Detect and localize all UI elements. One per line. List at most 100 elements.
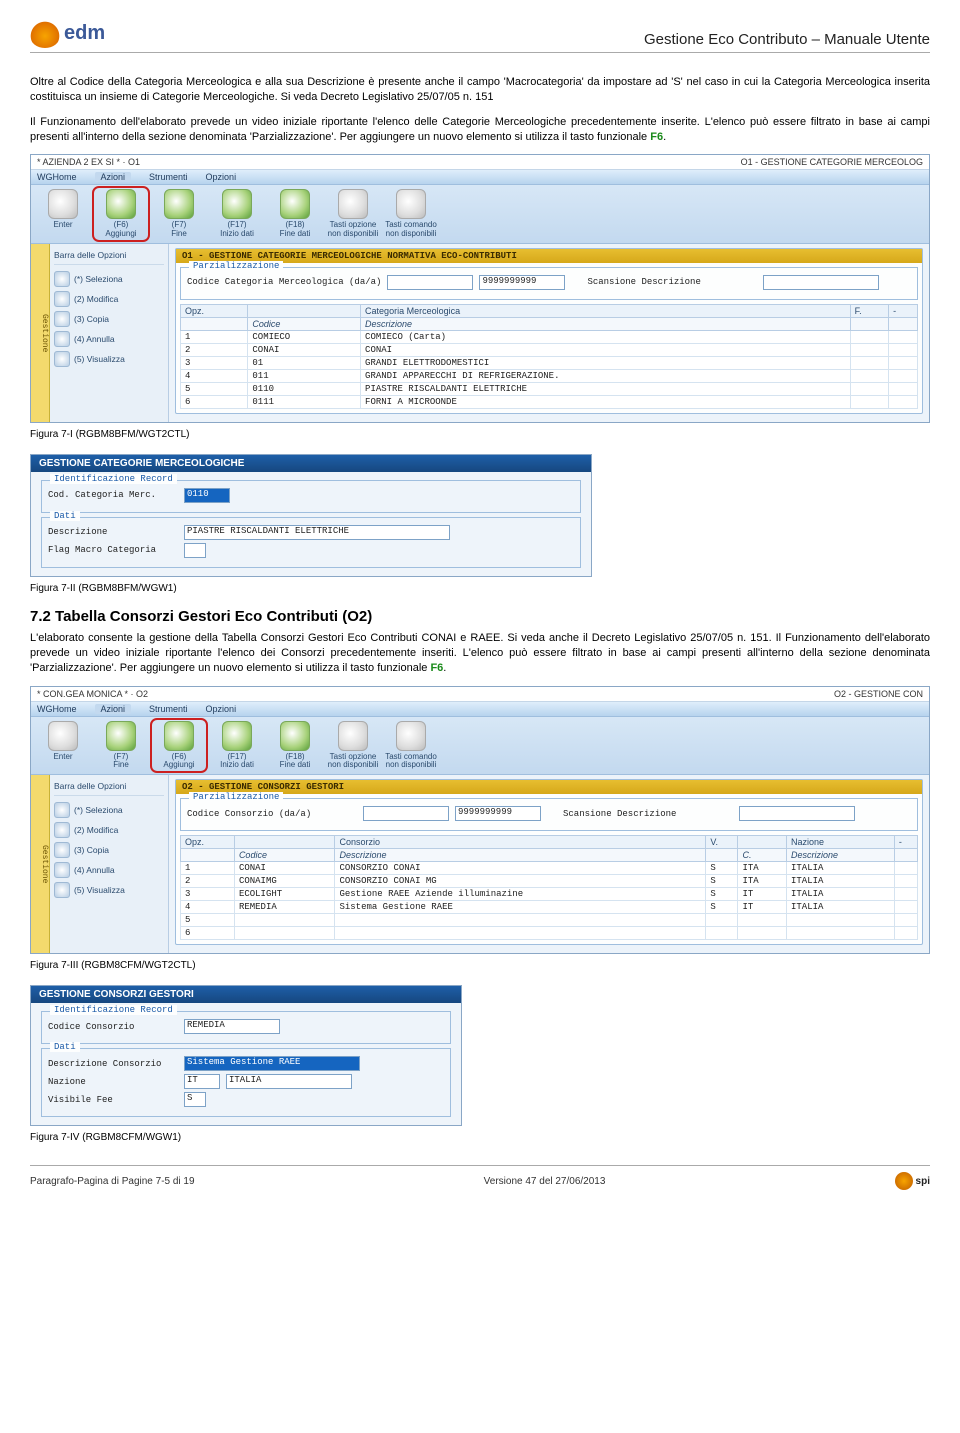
filter-label: Codice Consorzio (da/a) [187,809,357,819]
sidebar-option[interactable]: (2) Modifica [54,289,164,309]
sidebar-option[interactable]: (*) Seleziona [54,269,164,289]
ribbon-button[interactable]: (F6)Aggiungi [153,721,205,771]
grid-cell [850,343,889,356]
grid-cell: COMIECO [248,330,361,343]
grid-cell: IT [738,888,787,901]
id-input[interactable]: 0110 [184,488,230,503]
screenshot-o2-detail: GESTIONE CONSORZI GESTORI Identificazion… [30,985,462,1126]
menu-item[interactable]: Opzioni [206,704,237,714]
grid-row[interactable]: 1CONAICONSORZIO CONAISITAITALIA [181,862,918,875]
grid-cell: 0111 [248,395,361,408]
grid-subheader: Codice [248,317,361,330]
menu-item[interactable]: Azioni [95,172,132,182]
ribbon-button[interactable]: (F6)Aggiungi [95,189,147,239]
menu-item[interactable]: Opzioni [206,172,237,182]
grid-header: Opz. [181,304,248,317]
filter-to-input[interactable]: 9999999999 [455,806,541,821]
sidebar-option[interactable]: (4) Annulla [54,860,164,880]
grid-row[interactable]: 2CONAICONAI [181,343,918,356]
sidebar-option[interactable]: (5) Visualizza [54,349,164,369]
id-record-group: Identificazione Record Codice Consorzio … [41,1011,451,1044]
ribbon-button[interactable]: Tasti opzionenon disponibili [327,721,379,771]
sidebar-option[interactable]: (3) Copia [54,840,164,860]
grid-row[interactable]: 6 [181,927,918,940]
filter-from-input[interactable] [387,275,473,290]
vis-input[interactable]: S [184,1092,206,1107]
grid-row[interactable]: 4011GRANDI APPARECCHI DI REFRIGERAZIONE. [181,369,918,382]
grid-cell [894,927,917,940]
ribbon-button[interactable]: Tasti opzionenon disponibili [327,189,379,239]
scan-label: Scansione Descrizione [587,277,757,287]
filter-to-input[interactable]: 9999999999 [479,275,565,290]
option-icon [54,862,70,878]
flag-input[interactable] [184,543,206,558]
id-input[interactable]: REMEDIA [184,1019,280,1034]
menu-item[interactable]: Strumenti [149,172,188,182]
menu-item[interactable]: WGHome [37,704,77,714]
paragraph-intro-1: Oltre al Codice della Categoria Merceolo… [30,75,930,105]
menu-item[interactable]: Azioni [95,704,132,714]
option-icon [54,842,70,858]
grid-row[interactable]: 50110PIASTRE RISCALDANTI ELETTRICHE [181,382,918,395]
ribbon-icon [164,721,194,751]
grid-row[interactable]: 5 [181,914,918,927]
side-tab[interactable]: Gestione [31,244,50,422]
scan-input[interactable] [739,806,855,821]
ribbon-button[interactable]: Enter [37,721,89,771]
sidebar-option[interactable]: (2) Modifica [54,820,164,840]
grid-cell: 1 [181,330,248,343]
grid-cell: 3 [181,888,235,901]
grid-row[interactable]: 4REMEDIASistema Gestione RAEESITITALIA [181,901,918,914]
grid-cell: 2 [181,343,248,356]
ribbon-button[interactable]: (F7)Fine [153,189,205,239]
option-icon [54,351,70,367]
grid-cell [738,914,787,927]
grid-cell [850,356,889,369]
side-tab[interactable]: Gestione [31,775,50,953]
sidebar-option[interactable]: (3) Copia [54,309,164,329]
grid-cell [787,927,895,940]
naz-desc-input[interactable]: ITALIA [226,1074,352,1089]
categories-grid[interactable]: Opz.Categoria MerceologicaF.-CodiceDescr… [180,304,918,409]
ribbon-button[interactable]: Tasti comandonon disponibili [385,189,437,239]
edm-logo-text: edm [64,22,105,45]
menu-item[interactable]: Strumenti [149,704,188,714]
grid-row[interactable]: 1COMIECOCOMIECO (Carta) [181,330,918,343]
desc-input[interactable]: PIASTRE RISCALDANTI ELETTRICHE [184,525,450,540]
grid-cell: GRANDI APPARECCHI DI REFRIGERAZIONE. [361,369,851,382]
section-7-2-heading: 7.2 Tabella Consorzi Gestori Eco Contrib… [30,608,930,625]
sidebar-option[interactable]: (5) Visualizza [54,880,164,900]
ribbon-button[interactable]: (F7)Fine [95,721,147,771]
grid-cell: CONAI [234,862,335,875]
scan-input[interactable] [763,275,879,290]
grid-subheader: Codice [234,849,335,862]
naz-code-input[interactable]: IT [184,1074,220,1089]
grid-cell: 0110 [248,382,361,395]
paragraph-intro-2b: . [663,131,666,143]
detail-title: GESTIONE CONSORZI GESTORI [31,986,461,1003]
grid-cell: IT [738,901,787,914]
sidebar-option[interactable]: (4) Annulla [54,329,164,349]
grid-row[interactable]: 60111FORNI A MICROONDE [181,395,918,408]
grid-cell: 2 [181,875,235,888]
grid-row[interactable]: 301GRANDI ELETTRODOMESTICI [181,356,918,369]
grid-cell: COMIECO (Carta) [361,330,851,343]
sidebar-option[interactable]: (*) Seleziona [54,800,164,820]
grid-row[interactable]: 3ECOLIGHTGestione RAEE Aziende illuminaz… [181,888,918,901]
ribbon-button[interactable]: (F17)Inizio dati [211,721,263,771]
ribbon-button[interactable]: (F18)Fine dati [269,189,321,239]
ribbon-button[interactable]: Enter [37,189,89,239]
ribbon-button[interactable]: (F17)Inizio dati [211,189,263,239]
option-label: (5) Visualizza [74,885,125,895]
desc-input[interactable]: Sistema Gestione RAEE [184,1056,360,1071]
desc-label: Descrizione Consorzio [48,1059,178,1069]
grid-cell: ITALIA [787,875,895,888]
grid-row[interactable]: 2CONAIMGCONSORZIO CONAI MGSITAITALIA [181,875,918,888]
filter-from-input[interactable] [363,806,449,821]
ribbon-button[interactable]: (F18)Fine dati [269,721,321,771]
menu-item[interactable]: WGHome [37,172,77,182]
grid-cell: 5 [181,382,248,395]
consorzi-grid[interactable]: Opz.ConsorzioV.Nazione-CodiceDescrizione… [180,835,918,940]
panel-title: O2 - GESTIONE CONSORZI GESTORI [176,780,922,794]
ribbon-button[interactable]: Tasti comandonon disponibili [385,721,437,771]
